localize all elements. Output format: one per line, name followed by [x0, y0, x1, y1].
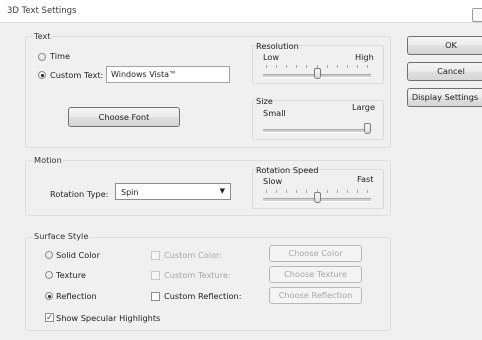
slider-tick-mark — [356, 65, 358, 68]
slider-tick-mark — [276, 190, 278, 193]
slider-tick-mark — [306, 190, 308, 193]
slider-tick-mark — [326, 65, 328, 68]
title-bar: 3D Text Settings — [0, 0, 482, 23]
rotation-speed-max-label: Fast — [357, 174, 374, 184]
size-label: Size — [256, 96, 273, 106]
slider-tick-mark — [336, 65, 338, 68]
resolution-min-label: Low — [263, 52, 280, 62]
display-settings-label: Display Settings — [411, 92, 479, 102]
text-group-label: Text — [33, 31, 52, 41]
choose-color-label: Choose Color — [288, 248, 343, 258]
solid-color-radio[interactable] — [45, 251, 53, 259]
custom-text-input[interactable] — [106, 66, 230, 83]
size-slider-thumb[interactable] — [364, 123, 371, 134]
choose-reflection-button[interactable]: Choose Reflection — [269, 287, 362, 304]
custom-color-label: Custom Color: — [164, 250, 222, 260]
custom-reflection-checkbox[interactable] — [151, 292, 160, 301]
time-label: Time — [50, 51, 71, 61]
cancel-button[interactable]: Cancel — [407, 62, 482, 81]
rotation-speed-slider-thumb[interactable] — [313, 192, 321, 203]
texture-label: Texture — [56, 270, 86, 280]
checkmark-icon: ✓ — [46, 313, 53, 322]
motion-group-label: Motion — [33, 155, 63, 165]
size-max-label: Large — [352, 102, 376, 112]
slider-tick-mark — [346, 65, 348, 68]
ok-button[interactable]: OK — [407, 36, 482, 55]
custom-texture-checkbox[interactable] — [151, 271, 160, 280]
slider-tick-mark — [266, 190, 267, 193]
custom-color-checkbox[interactable] — [151, 251, 160, 260]
rotation-type-label: Rotation Type: — [50, 189, 109, 199]
chevron-down-icon: ▼ — [219, 187, 225, 195]
choose-font-label: Choose Font — [98, 112, 150, 122]
slider-tick-mark — [296, 65, 298, 68]
choose-color-button[interactable]: Choose Color — [269, 245, 362, 262]
cancel-label: Cancel — [437, 66, 465, 76]
show-specular-label: Show Specular Highlights — [56, 313, 161, 323]
resolution-slider-thumb[interactable] — [313, 68, 321, 79]
slider-tick-mark — [286, 190, 288, 193]
slider-tick-mark — [326, 190, 328, 193]
reflection-radio[interactable] — [45, 292, 53, 300]
slider-tick-mark — [336, 190, 338, 193]
choose-texture-button[interactable]: Choose Texture — [269, 266, 362, 283]
dialog-window: 3D Text Settings Text Time Custom Text: … — [0, 0, 482, 340]
slider-tick-mark — [306, 65, 308, 68]
size-track — [263, 129, 371, 133]
slider-tick-mark — [346, 190, 348, 193]
custom-texture-label: Custom Texture: — [164, 270, 231, 280]
rotation-speed-label: Rotation Speed — [256, 165, 319, 175]
custom-reflection-label: Custom Reflection: — [164, 291, 242, 301]
resolution-label: Resolution — [256, 41, 299, 51]
slider-tick-mark — [367, 65, 368, 68]
slider-tick-mark — [367, 190, 368, 193]
choose-font-button[interactable]: Choose Font — [68, 107, 180, 127]
show-specular-checkbox[interactable]: ✓ — [45, 313, 54, 322]
rotation-type-value: Spin — [121, 188, 139, 197]
resolution-max-label: High — [355, 52, 374, 62]
custom-text-label: Custom Text: — [50, 70, 104, 80]
time-radio[interactable] — [38, 53, 46, 61]
ok-label: OK — [445, 40, 457, 50]
choose-texture-label: Choose Texture — [284, 269, 347, 279]
rotation-speed-min-label: Slow — [263, 176, 283, 186]
slider-tick-mark — [266, 65, 267, 68]
reflection-label: Reflection — [56, 291, 97, 301]
close-button[interactable] — [472, 8, 482, 22]
window-title: 3D Text Settings — [7, 6, 77, 16]
custom-text-radio[interactable] — [38, 71, 46, 79]
solid-color-label: Solid Color — [56, 250, 100, 260]
slider-tick-mark — [286, 65, 288, 68]
slider-tick-mark — [296, 190, 298, 193]
texture-radio[interactable] — [45, 271, 53, 279]
surface-style-group-label: Surface Style — [33, 231, 90, 241]
slider-tick-mark — [276, 65, 278, 68]
choose-reflection-label: Choose Reflection — [278, 290, 353, 300]
size-min-label: Small — [263, 108, 286, 118]
display-settings-button[interactable]: Display Settings — [407, 88, 482, 107]
rotation-type-select[interactable]: Spin ▼ — [115, 183, 231, 200]
slider-tick-mark — [356, 190, 358, 193]
